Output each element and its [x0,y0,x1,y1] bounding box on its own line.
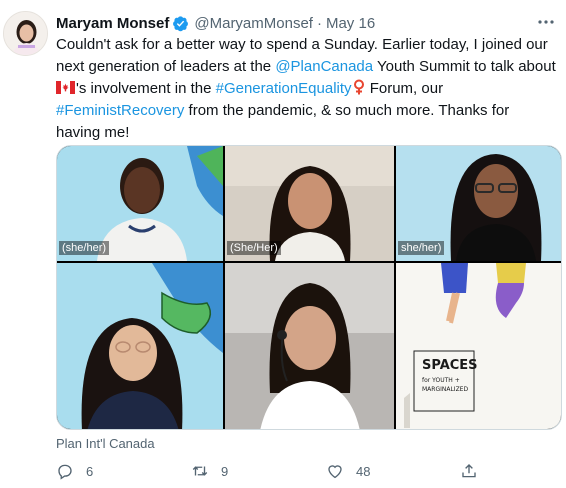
retweet-button[interactable]: 9 [191,462,228,480]
pronoun-label: she/her) [398,241,445,255]
video-tile-participant-3: she/her) [396,146,561,261]
video-tile-participant-5 [225,263,394,429]
video-tile-participant-2: (She/Her) [225,146,394,261]
tweet-text-part: Youth Summit to talk about [373,58,556,75]
poster-text-marginalized: MARGINALIZED [422,386,468,393]
reply-icon [58,464,72,480]
like-icon [328,465,342,479]
venus-symbol-icon [353,79,365,95]
tweet-header: Maryam Monsef @MaryamMonsef · May 16 [56,12,556,34]
poster-text-spaces: SPACES [422,358,478,373]
hashtag-generation-equality[interactable]: #GenerationEquality [216,80,352,97]
mention-link[interactable]: @PlanCanada [275,58,373,75]
poster-illustration: SPACES for YOUTH + MARGINALIZED [396,263,561,429]
video-tile-participant-1: (she/her) [57,146,223,261]
retweet-count: 9 [221,463,229,479]
author-name[interactable]: Maryam Monsef [56,15,169,32]
poster-text-youth: for YOUTH + [422,377,460,384]
tweet-text: Couldn't ask for a better way to spend a… [56,34,556,144]
tweet-text-part: 's involvement in the [76,80,216,97]
video-tile-participant-4 [57,263,223,429]
pronoun-label: (She/Her) [227,241,281,255]
tweet-actions: 6 9 48 [56,462,536,486]
like-button[interactable]: 48 [326,462,370,480]
header-separator: · [316,14,322,32]
reply-button[interactable]: 6 [56,462,93,480]
pronoun-label: (she/her) [59,241,110,255]
share-icon [462,464,476,478]
verified-badge-icon [172,15,189,32]
tweet-date[interactable]: May 16 [326,15,375,32]
avatar[interactable] [3,11,48,56]
more-icon[interactable] [536,12,556,32]
tweet-text-part: Forum, our [365,80,444,97]
media-image[interactable]: (she/her) (She/Her) she/her) SPACES for … [56,145,562,430]
canada-flag-icon [56,79,75,94]
reply-count: 6 [86,463,94,479]
retweet-icon [192,466,208,476]
media-source[interactable]: Plan Int'l Canada [56,436,155,451]
hashtag-feminist-recovery[interactable]: #FeministRecovery [56,102,184,119]
like-count: 48 [356,463,371,479]
author-handle[interactable]: @MaryamMonsef [194,15,313,32]
share-button[interactable] [460,462,478,480]
